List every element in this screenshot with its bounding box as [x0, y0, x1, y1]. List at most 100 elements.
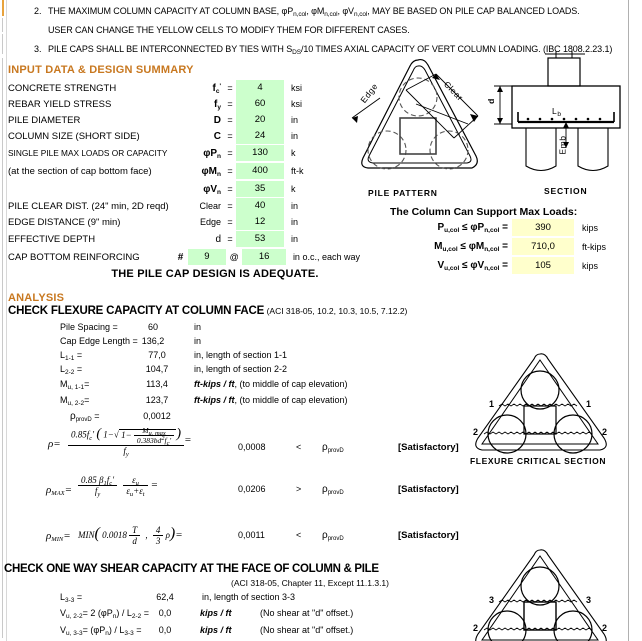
note-Mu11-text: , (to middle of cap elevation) [234, 379, 348, 389]
symbol-fy: fy [214, 98, 221, 111]
calc-row-Mu22: Mu, 2-2= 123,7 ft-kips / ft, (to middle … [8, 392, 448, 408]
equals-sign: = [227, 217, 233, 227]
input-pile-diameter-value[interactable]: 20 [236, 112, 284, 128]
Td-frac: T d [129, 525, 141, 546]
shear-mark-2-right: 2 [602, 623, 608, 633]
input-row-pile-capacity-p: SINGLE PILE MAX LOADS OR CAPACITY φPn = … [8, 144, 360, 162]
input-fc-value[interactable]: 4 [236, 80, 284, 96]
label-L33: L3-3 = [60, 592, 83, 604]
embedment-label: Emb [557, 135, 568, 155]
rhomax-against-sub: provD [327, 490, 344, 496]
label-cap-bottom-face: (at the section of cap bottom face) [8, 165, 152, 177]
unit-pile-spacing: in [194, 322, 202, 332]
label-single-pile-capacity: SINGLE PILE MAX LOADS OR CAPACITY [8, 148, 168, 158]
formula-rho-comparator: < [296, 442, 302, 452]
beta-sub: 1 [103, 480, 107, 487]
Vu22-suffix-sub: n [112, 612, 117, 620]
symbol-Clear: Clear [199, 201, 221, 211]
calc-row-rho-prov: ρprovD = 0,0012 [8, 408, 448, 424]
mu-max-num: Mu, max [133, 426, 175, 437]
label-edge-distance: EDGE DISTANCE (9" min) [8, 216, 121, 228]
formula-rho-min-block: ρMIN= MIN( 0.0018 T d , 4 3 ρ)= 0,0011 <… [0, 521, 470, 555]
input-effective-depth-value[interactable]: 53 [236, 231, 284, 247]
Vu22-suffix2-sub: 2-2 [131, 612, 142, 620]
result-shear-value[interactable]: 105 [512, 257, 574, 274]
value-Mu22: 123,7 [145, 395, 169, 405]
fc-sub: c [89, 434, 93, 442]
const-00018: 0.0018 [102, 530, 127, 540]
symbol-fc: fc' [212, 82, 221, 95]
shear-critical-section-diagram: 3 3 2 2 [462, 548, 632, 641]
result-axial-value[interactable]: 390 [512, 219, 574, 236]
T-sym: T [129, 525, 141, 537]
Vu22-sub: u, 2-2 [66, 612, 83, 620]
input-clear-value[interactable]: 40 [236, 198, 284, 214]
43-frac: 4 3 [152, 525, 164, 546]
L22-suffix: = [74, 364, 83, 374]
label-effective-depth: EFFECTIVE DEPTH [8, 233, 96, 245]
gutter-seg [2, 18, 3, 32]
input-row-concrete-strength: CONCRETE STRENGTH fc' = 4 ksi [8, 80, 360, 96]
rho-prov-sub: provD [75, 416, 92, 423]
depth-dimension-label: d [485, 98, 496, 104]
Mu22-suffix: = [84, 395, 90, 405]
input-row-effective-depth: EFFECTIVE DEPTH d = 53 in [8, 230, 360, 248]
formula-rhomax-verdict: [Satisfactory] [398, 484, 459, 495]
note2-pre: THE MAXIMUM COLUMN CAPACITY AT COLUMN BA… [48, 6, 282, 16]
symbol-phiMn: φMn [201, 165, 221, 178]
epst-sub: t [142, 491, 145, 498]
pile-pattern-diagram: Edge Clear PILE PATTERN [350, 52, 490, 198]
formula-rhomax-comparator: > [296, 484, 302, 494]
result-row-moment: Mu,col ≤ φMn,col = 710,0 ft-kips [390, 237, 640, 256]
input-edge-value[interactable]: 12 [236, 214, 284, 230]
L11-suffix: = [74, 350, 83, 360]
rho-fraction: 0.85fc′ ( 1−√ 1− Mu, max 0.383bd2fc′ ) f… [68, 426, 185, 458]
input-phiPn-value[interactable]: 130 [236, 145, 284, 161]
rhomax-num1: 0.85 β1fc′ [78, 475, 118, 487]
unit-ft-kips: ft-kips [582, 241, 607, 252]
input-bar-spacing-value[interactable]: 16 [242, 249, 286, 265]
symbol-Edge: Edge [199, 217, 221, 227]
unit-cap-edge-length: in [194, 336, 202, 346]
unit-ftk: ft-k [291, 166, 304, 176]
shear-mark-3-right: 3 [586, 595, 592, 605]
equals-sign: = [227, 115, 233, 125]
unit-k: k [291, 148, 296, 158]
Vu33-sub: u, 3-3 [66, 629, 83, 637]
unit-in: in [291, 217, 299, 227]
input-phiMn-value[interactable]: 400 [236, 163, 284, 179]
input-column-size-value[interactable]: 24 [236, 128, 284, 144]
Vu33-suffix: = (φP [82, 624, 106, 635]
input-bar-size-value[interactable]: 9 [187, 249, 226, 265]
symbol-phiPn: φPn [203, 147, 221, 160]
formula-rhomax-lhs: ρMAX= [46, 484, 72, 497]
label-rebar-yield: REBAR YIELD STRESS [8, 98, 112, 110]
one-sym2: 1 [121, 429, 126, 440]
unit-kips: kips [582, 260, 599, 271]
input-fy-value[interactable]: 60 [236, 96, 284, 112]
calc-row-Mu11: Mu, 1-1= 113,4 ft-kips / ft, (to middle … [8, 376, 448, 392]
fc-sub2: c [166, 440, 170, 447]
epsu-sub: u [135, 480, 139, 487]
equals-sign: = [227, 166, 233, 176]
input-phiVn-value[interactable]: 35 [236, 181, 284, 197]
unit-k: k [291, 184, 296, 194]
calc-row-pile-spacing: Pile Spacing = 60 in [8, 320, 448, 334]
formula-rho-against: ρprovD [322, 442, 344, 454]
spreadsheet-page: 2. THE MAXIMUM COLUMN CAPACITY AT COLUMN… [0, 0, 642, 641]
rhomax-frac2: εu εu+εt [123, 475, 148, 498]
label-cap-edge-length: Cap Edge Length = [60, 336, 138, 346]
formula-rho-block: ρ= 0.85fc′ ( 1−√ 1− Mu, max 0.383bd2fc′ … [0, 424, 470, 470]
unit-in: in [291, 234, 299, 244]
formula-rhomin-against: ρprovD [322, 530, 344, 542]
results-title: The Column Can Support Max Loads: [390, 206, 578, 218]
note-text-line2: USER CAN CHANGE THE YELLOW CELLS TO MODI… [48, 25, 410, 35]
rho-prov-suffix: = [91, 410, 100, 421]
flex-mark-2-left: 2 [473, 427, 479, 437]
calc-row-Vu33: Vu, 3-3= (φPn) / L3-3 = 0,0 kips / ft (N… [8, 621, 458, 638]
calc-row-Vu22: Vu, 2-2= 2 (φPn) / L2-2 = 0,0 kips / ft … [8, 604, 458, 621]
equals-sign: = [227, 131, 233, 141]
result-moment-value[interactable]: 710,0 [512, 238, 574, 255]
note-Mu22-text: , (to middle of cap elevation) [234, 395, 348, 405]
formula-rhomax-against: ρprovD [322, 484, 344, 496]
